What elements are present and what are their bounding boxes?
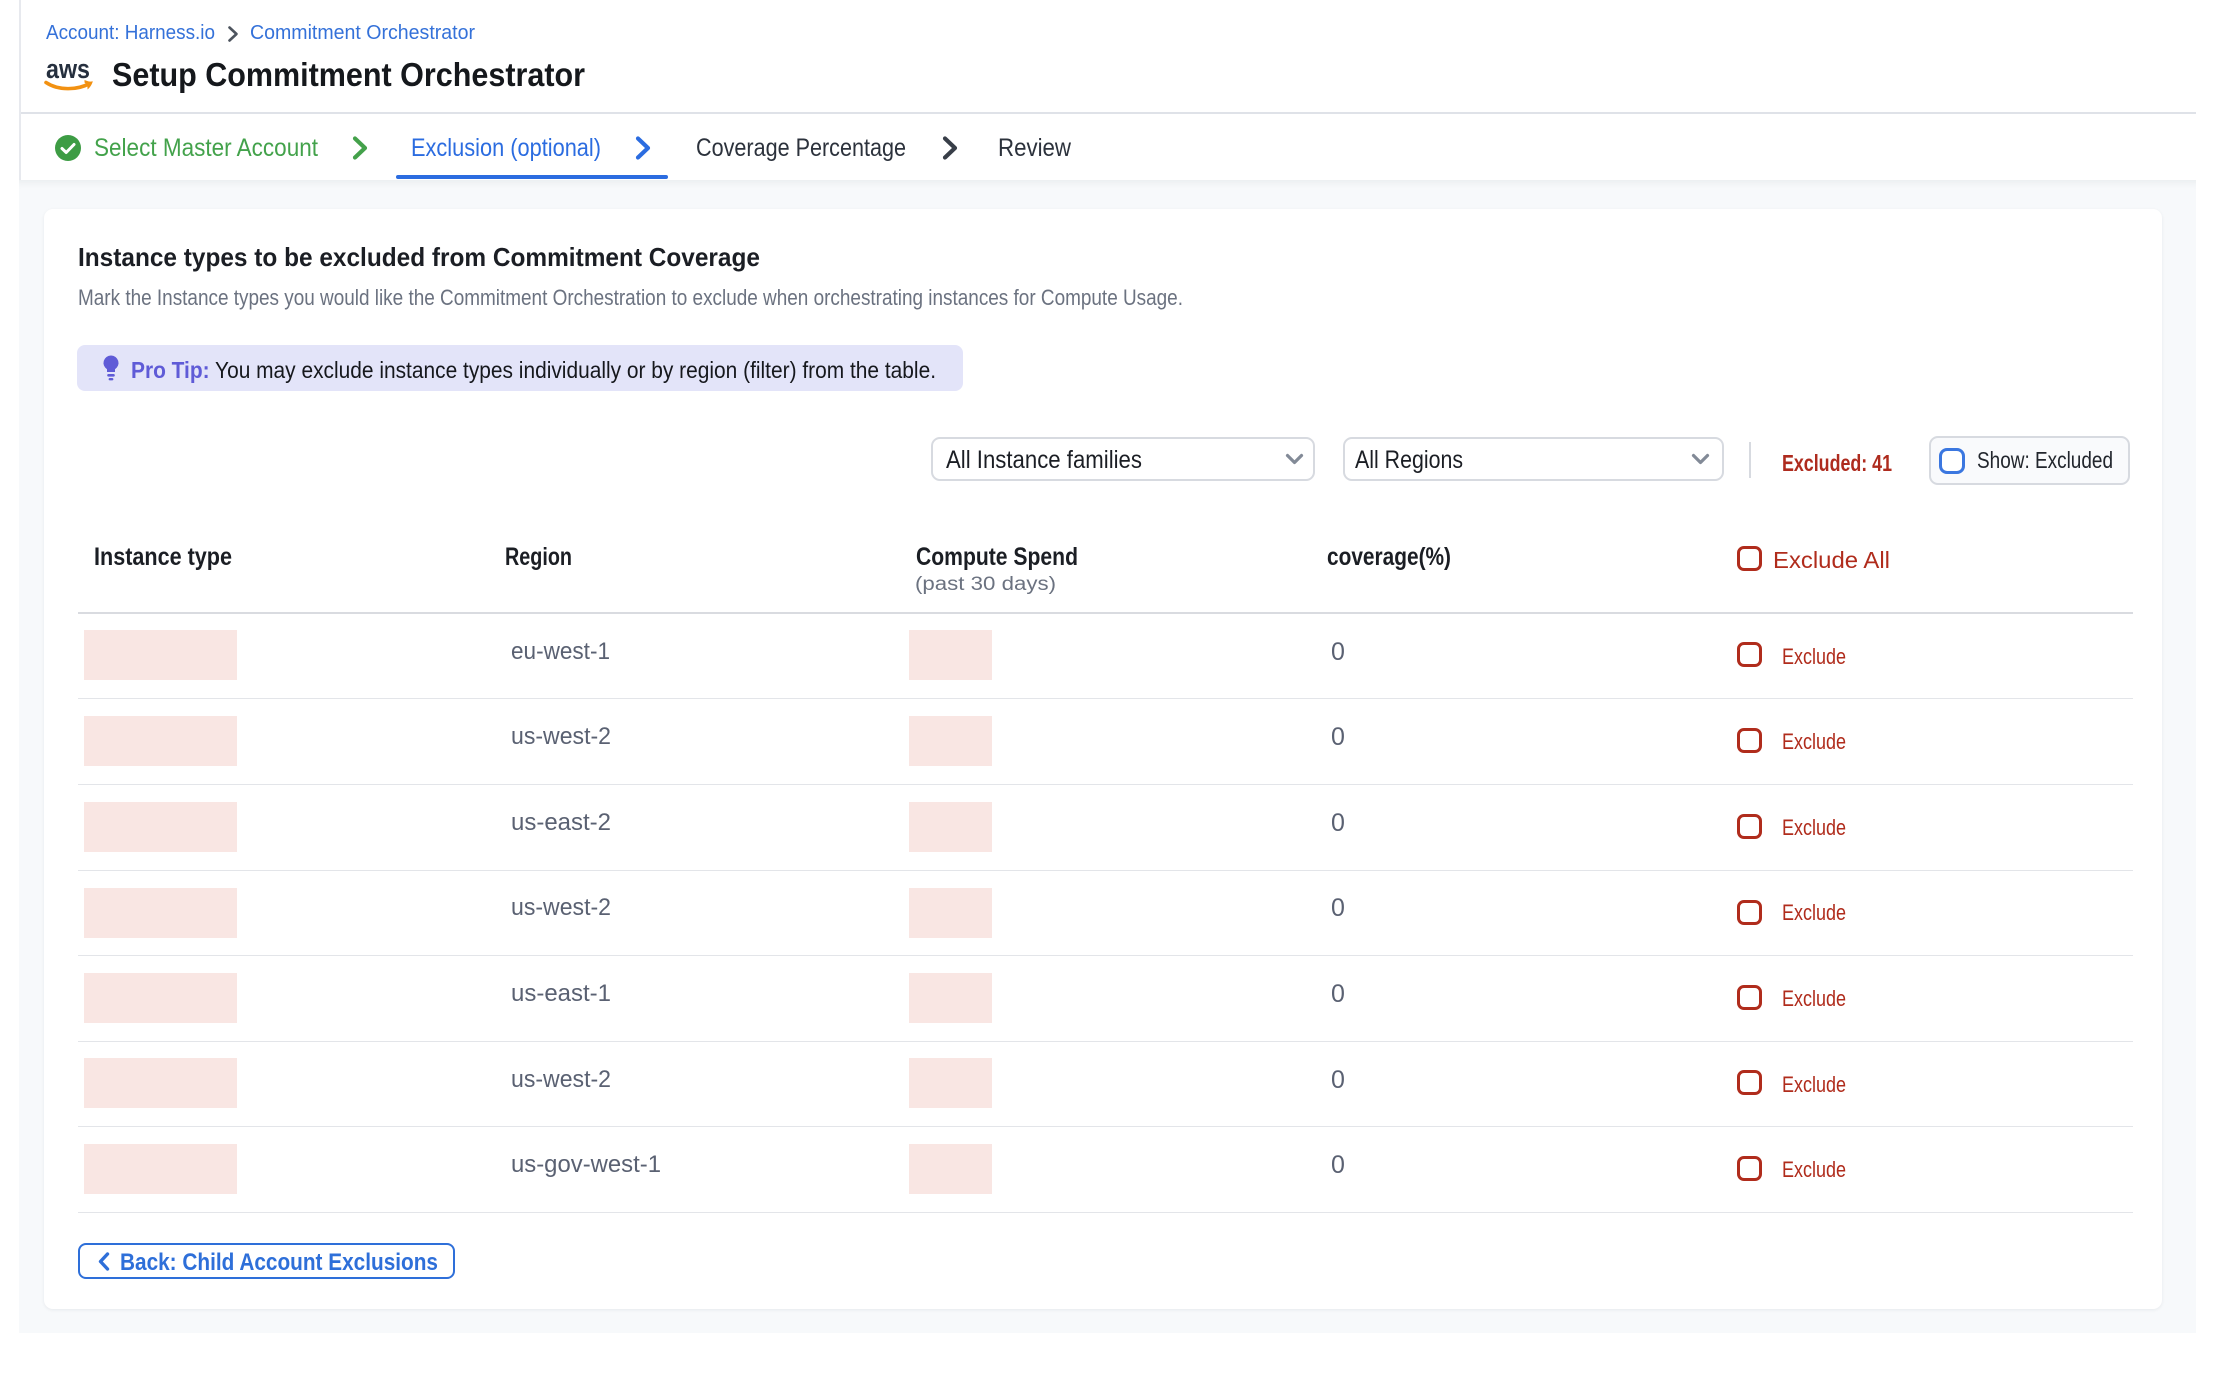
- svg-text:aws: aws: [46, 56, 90, 84]
